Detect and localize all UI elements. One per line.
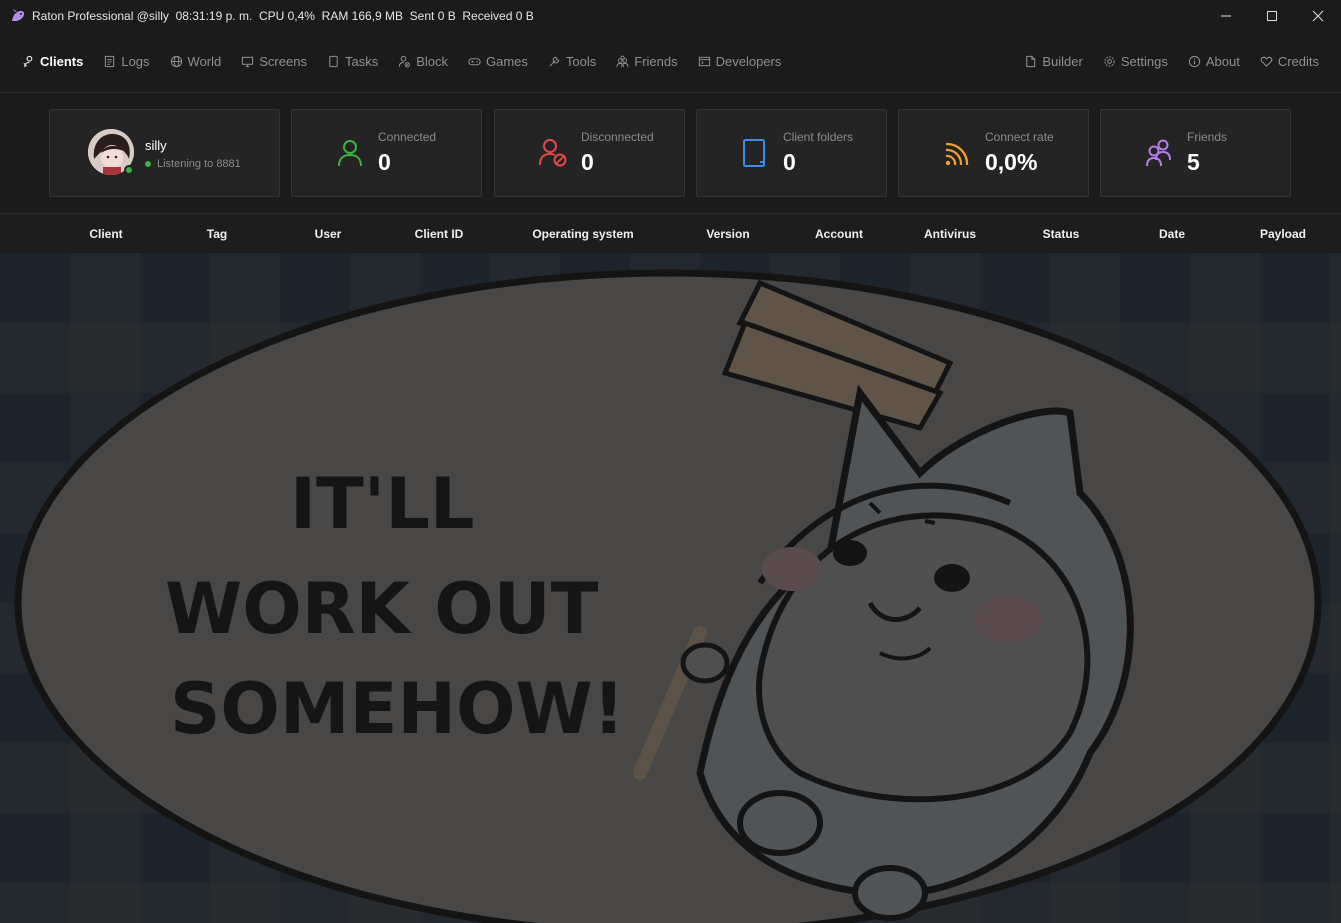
nav-item-credits[interactable]: Credits <box>1260 47 1319 77</box>
stat-value: 0,0% <box>985 149 1038 175</box>
stat-card-connected: Connected 0 <box>291 109 482 197</box>
column-header-antivirus[interactable]: Antivirus <box>924 227 976 241</box>
user-disconnected-icon <box>539 139 567 167</box>
stat-label: Connect rate <box>985 130 1054 144</box>
profile-name: silly <box>145 138 167 153</box>
nav-item-friends[interactable]: Friends <box>616 47 678 77</box>
nav-item-world[interactable]: World <box>170 47 222 77</box>
main-nav: Clients Logs World Screens Tasks Block G… <box>0 31 1341 93</box>
stat-value: 0 <box>581 149 594 175</box>
stat-label: Friends <box>1187 130 1228 144</box>
title-bar: Raton Professional @silly 08:31:19 p. m.… <box>0 0 1341 31</box>
close-button[interactable] <box>1295 0 1341 31</box>
nav-label: Block <box>416 54 448 69</box>
column-header-tag[interactable]: Tag <box>207 227 227 241</box>
nav-item-tools[interactable]: Tools <box>548 47 596 77</box>
close-icon <box>1312 10 1324 21</box>
block-icon <box>399 55 411 68</box>
credits-icon <box>1260 56 1273 67</box>
nav-label: Games <box>486 54 528 69</box>
nav-item-builder[interactable]: Builder <box>1024 47 1083 77</box>
column-header-client-id[interactable]: Client ID <box>415 227 464 241</box>
column-header-version[interactable]: Version <box>706 227 749 241</box>
logs-icon <box>105 55 115 68</box>
column-header-account[interactable]: Account <box>815 227 863 241</box>
column-header-operating-system[interactable]: Operating system <box>532 227 633 241</box>
nav-item-clients[interactable]: Clients <box>22 47 83 77</box>
stats-bar: silly Listening to 8881 Connected 0 Disc… <box>0 94 1341 212</box>
nav-item-tasks[interactable]: Tasks <box>327 47 378 77</box>
stat-card-friends: Friends 5 <box>1100 109 1291 197</box>
column-header-status[interactable]: Status <box>1043 227 1080 241</box>
clients-list-area[interactable]: IT'LL WORK OUT SOMEHOW! <box>0 253 1341 923</box>
listening-status: Listening to 8881 <box>157 158 241 170</box>
app-logo-icon <box>12 8 24 21</box>
nav-label: Tools <box>565 54 597 69</box>
maximize-icon <box>1267 10 1277 21</box>
nav-right: Builder Settings About Credits <box>1004 31 1341 92</box>
nav-label: Builder <box>1042 54 1083 69</box>
column-header-user[interactable]: User <box>315 227 342 241</box>
screens-icon <box>242 56 254 68</box>
stat-value: 5 <box>1187 149 1200 175</box>
window-title: Raton Professional @silly 08:31:19 p. m.… <box>32 8 534 23</box>
world-icon <box>170 55 182 68</box>
nav-label: Friends <box>634 54 678 69</box>
window-controls <box>1203 0 1341 31</box>
nav-item-block[interactable]: Block <box>398 47 448 77</box>
profile-card[interactable]: silly Listening to 8881 <box>49 109 280 197</box>
bubble-text-line-3: SOMEHOW! <box>170 668 625 750</box>
stat-label: Connected <box>378 130 437 144</box>
nav-label: Developers <box>715 54 782 69</box>
nav-label: Screens <box>259 54 307 69</box>
nav-item-screens[interactable]: Screens <box>241 47 307 77</box>
nav-label: Clients <box>40 54 84 69</box>
developers-icon <box>698 56 710 67</box>
nav-label: Settings <box>1120 54 1168 69</box>
clients-table-header: Client Tag User Client ID Operating syst… <box>0 213 1341 253</box>
status-dot <box>145 161 151 167</box>
friends-icon <box>616 55 629 68</box>
stat-value: 0 <box>783 149 796 175</box>
nav-item-about[interactable]: About <box>1188 47 1240 77</box>
stat-card-connect-rate: Connect rate 0,0% <box>898 109 1089 197</box>
bubble-text-line-1: IT'LL <box>290 463 474 545</box>
nav-item-games[interactable]: Games <box>468 47 528 77</box>
minimize-icon <box>1221 15 1231 16</box>
nav-label: About <box>1205 54 1240 69</box>
nav-label: Credits <box>1277 54 1319 69</box>
nav-label: Tasks <box>344 54 379 69</box>
column-header-date[interactable]: Date <box>1159 227 1185 241</box>
friends-group-icon <box>1146 139 1171 167</box>
maximize-button[interactable] <box>1249 0 1295 31</box>
nav-item-logs[interactable]: Logs <box>103 47 150 77</box>
games-icon <box>468 58 481 66</box>
settings-icon <box>1104 56 1115 67</box>
stat-value: 0 <box>378 149 391 175</box>
nav-label: World <box>187 54 222 69</box>
nav-item-settings[interactable]: Settings <box>1103 47 1168 77</box>
about-icon <box>1188 55 1200 68</box>
nav-left: Clients Logs World Screens Tasks Block G… <box>0 31 801 92</box>
column-header-client[interactable]: Client <box>89 227 122 241</box>
clients-icon <box>23 55 33 68</box>
signal-icon <box>945 142 969 166</box>
bubble-text-line-2: WORK OUT <box>165 568 599 650</box>
nav-item-developers[interactable]: Developers <box>698 47 782 77</box>
builder-icon <box>1026 55 1036 68</box>
online-indicator <box>124 165 134 175</box>
profile-status: Listening to 8881 <box>145 158 241 170</box>
stat-label: Client folders <box>783 130 854 144</box>
user-connected-icon <box>338 140 362 167</box>
stat-card-client-folders: Client folders 0 <box>696 109 887 197</box>
stat-card-disconnected: Disconnected 0 <box>494 109 685 197</box>
stat-label: Disconnected <box>581 130 654 144</box>
minimize-button[interactable] <box>1203 0 1249 31</box>
nav-label: Logs <box>121 54 150 69</box>
tools-icon <box>549 56 560 67</box>
background-artwork: IT'LL WORK OUT SOMEHOW! <box>0 253 1341 923</box>
folder-icon <box>743 139 765 167</box>
column-header-payload[interactable]: Payload <box>1260 227 1306 241</box>
tasks-icon <box>329 55 338 68</box>
